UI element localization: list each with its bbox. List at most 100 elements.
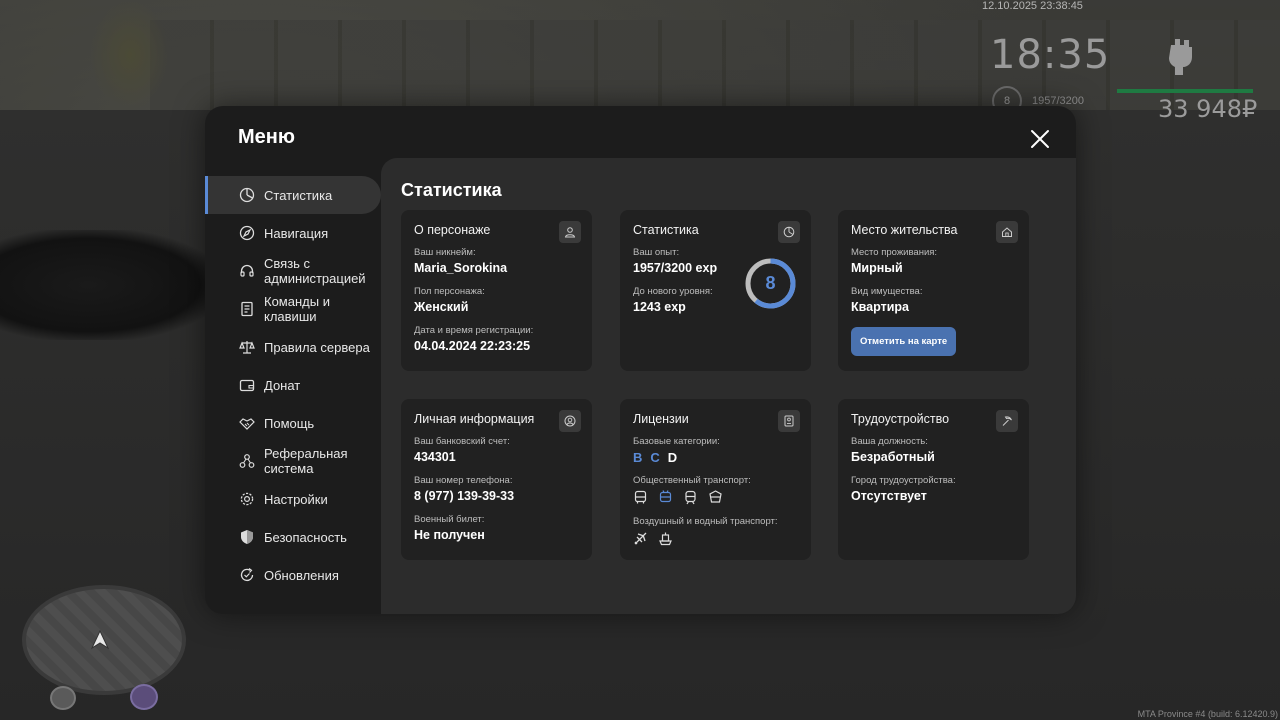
user-icon xyxy=(559,221,581,243)
sidebar-item-admin-contact[interactable]: Связь с администрацией xyxy=(205,252,381,290)
card-licenses: Лицензии Базовые категории: B C D Общест… xyxy=(620,399,811,560)
pickaxe-icon xyxy=(996,410,1018,432)
bus-icon xyxy=(633,490,649,506)
license-categories: B C D xyxy=(633,450,798,465)
field-label: Город трудоустройства: xyxy=(851,475,956,486)
background-tree xyxy=(90,0,170,110)
trolleybus-icon xyxy=(658,490,674,506)
hud-money: 33 948₽ xyxy=(1158,95,1258,123)
pie-chart-icon xyxy=(778,221,800,243)
field-label: Базовые категории: xyxy=(633,436,720,447)
field-label: Ваш банковский счет: xyxy=(414,436,510,447)
train-icon xyxy=(683,490,699,506)
card-title: Место жительства xyxy=(851,223,958,237)
gear-icon xyxy=(238,490,256,508)
sidebar-item-label: Обновления xyxy=(264,567,339,583)
document-icon xyxy=(238,300,256,318)
sidebar-item-label: Навигация xyxy=(264,225,329,241)
field-value: Квартира xyxy=(851,300,909,314)
field-label: Дата и время регистрации: xyxy=(414,325,534,336)
minimap-blip-icon xyxy=(50,686,76,710)
card-title: О персонаже xyxy=(414,223,491,237)
field-value: 04.04.2024 22:23:25 xyxy=(414,339,531,353)
field-value: Мирный xyxy=(851,261,903,275)
sidebar-item-referral[interactable]: Реферальная система xyxy=(205,442,381,480)
hud-health-bar xyxy=(1117,89,1253,93)
mark-on-map-button[interactable]: Отметить на карте xyxy=(851,327,957,356)
ship-icon xyxy=(658,531,674,547)
card-stats: Статистика Ваш опыт: 1957/3200 exp До но… xyxy=(620,210,811,371)
card-personal: Личная информация Ваш банковский счет: 4… xyxy=(401,399,592,560)
sidebar-item-label: Правила сервера xyxy=(264,339,370,355)
user-circle-icon xyxy=(559,410,581,432)
background-building xyxy=(150,20,1280,110)
field-value: 434301 xyxy=(414,450,456,464)
sidebar-item-label: Команды и клавиши xyxy=(264,294,330,324)
wallet-icon xyxy=(238,376,256,394)
sidebar-item-label: Помощь xyxy=(264,415,315,431)
sidebar-item-donate[interactable]: Донат xyxy=(205,366,381,404)
sidebar-item-label: Донат xyxy=(264,377,301,393)
public-transport-icons xyxy=(633,490,798,506)
card-character: О персонаже Ваш никнейм: Maria_Sorokina … xyxy=(401,210,592,371)
field-label: Ваш никнейм: xyxy=(414,247,476,258)
network-icon xyxy=(238,452,256,470)
sidebar-item-settings[interactable]: Настройки xyxy=(205,480,381,518)
field-label: Воздушный и водный транспорт: xyxy=(633,516,778,527)
hud-clock: 18:35 xyxy=(990,32,1111,78)
menu-title: Меню xyxy=(238,126,295,148)
sidebar-item-statistics[interactable]: Статистика xyxy=(205,176,381,214)
level-number: 8 xyxy=(765,273,776,293)
fist-icon xyxy=(1163,35,1199,75)
scales-icon xyxy=(238,338,256,356)
close-button[interactable] xyxy=(1029,128,1051,150)
sidebar-item-updates[interactable]: Обновления xyxy=(205,556,381,594)
hud-datetime: 12.10.2025 23:38:45 xyxy=(982,0,1083,12)
field-label: Общественный транспорт: xyxy=(633,475,751,486)
background-car xyxy=(0,230,220,340)
card-title: Статистика xyxy=(633,223,699,237)
card-residence: Место жительства Место проживания: Мирны… xyxy=(838,210,1029,371)
field-label: Ваш номер телефона: xyxy=(414,475,513,486)
card-employment: Трудоустройство Ваша должность: Безработ… xyxy=(838,399,1029,560)
refresh-icon xyxy=(238,566,256,584)
field-value: Не получен xyxy=(414,528,485,542)
field-label: Место проживания: xyxy=(851,247,938,258)
pie-chart-icon xyxy=(238,186,256,204)
air-water-transport-icons xyxy=(633,531,798,547)
tram-icon xyxy=(708,490,724,506)
field-label: Военный билет: xyxy=(414,514,485,525)
headset-icon xyxy=(238,262,256,280)
license-category-d: D xyxy=(667,450,678,465)
field-label: Вид имущества: xyxy=(851,286,923,297)
sidebar-item-security[interactable]: Безопасность xyxy=(205,518,381,556)
minimap-blip-icon xyxy=(130,684,158,710)
player-arrow-icon xyxy=(90,629,110,650)
menu-modal: Меню Статистика Навигация Связь с админи… xyxy=(205,106,1076,614)
field-value: Женский xyxy=(414,300,469,314)
card-title: Личная информация xyxy=(414,412,535,426)
sidebar-item-rules[interactable]: Правила сервера xyxy=(205,328,381,366)
field-value: 8 (977) 139-39-33 xyxy=(414,489,515,503)
page-title: Статистика xyxy=(401,180,502,200)
sidebar-item-label: Безопасность xyxy=(264,529,347,545)
field-value: Maria_Sorokina xyxy=(414,261,508,275)
handshake-icon xyxy=(238,414,256,432)
field-value: Отсутствует xyxy=(851,489,927,503)
field-label: Пол персонажа: xyxy=(414,286,485,297)
sidebar-item-help[interactable]: Помощь xyxy=(205,404,381,442)
close-icon xyxy=(1031,130,1049,148)
shield-icon xyxy=(238,528,256,546)
content-panel: Статистика О персонаже Ваш никнейм: Mari… xyxy=(381,158,1076,614)
id-card-icon xyxy=(778,410,800,432)
compass-icon xyxy=(238,224,256,242)
build-info: MTA Province #4 (build: 6.12420.9) xyxy=(1137,709,1278,719)
license-category-c: C xyxy=(650,450,660,465)
sidebar-item-label: Связь с администрацией xyxy=(264,256,366,286)
sidebar-item-commands[interactable]: Команды и клавиши xyxy=(205,290,381,328)
sidebar-item-navigation[interactable]: Навигация xyxy=(205,214,381,252)
card-title: Трудоустройство xyxy=(851,412,950,426)
license-category-b: B xyxy=(633,450,643,465)
home-icon xyxy=(996,221,1018,243)
card-title: Лицензии xyxy=(633,412,689,426)
